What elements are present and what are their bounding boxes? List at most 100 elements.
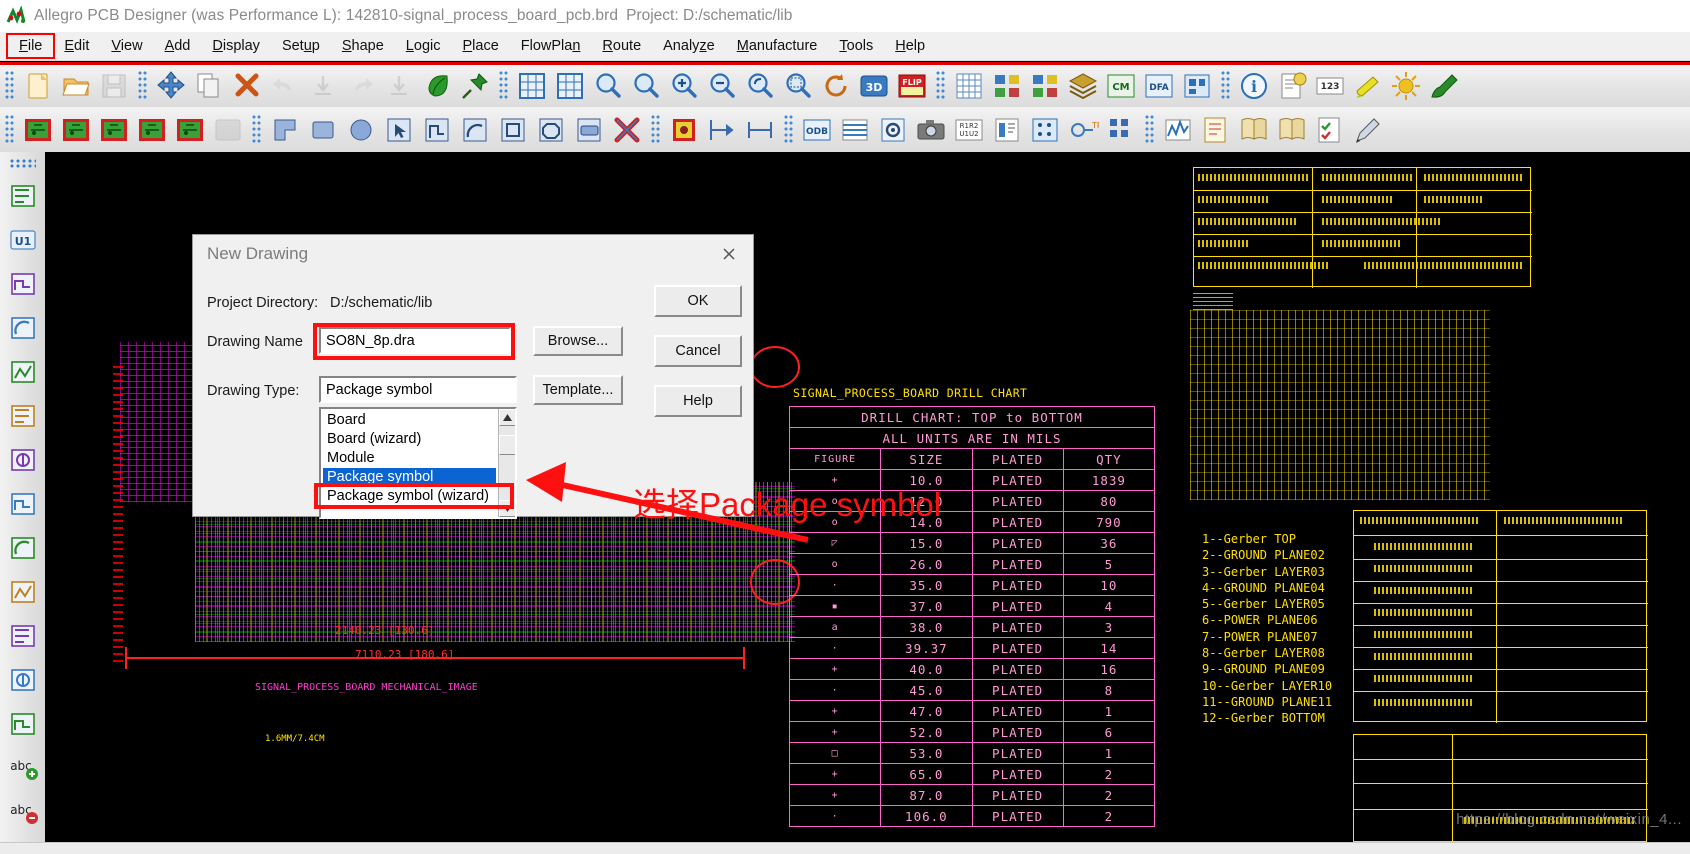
photo-plot-icon[interactable] [912,111,950,149]
listbox-option-board[interactable]: Board [323,411,496,430]
assign-color-icon[interactable] [1425,67,1463,105]
spread-between-voids-icon[interactable] [3,526,43,570]
add-polygon-icon[interactable] [418,111,456,149]
menu-item-logic[interactable]: Logic [395,35,452,57]
book2-icon[interactable] [1273,111,1311,149]
open-folder-icon[interactable] [57,67,95,105]
close-icon[interactable] [715,241,743,267]
color-palette-icon[interactable] [988,67,1026,105]
cross-section-icon[interactable] [836,111,874,149]
text-abc-delete-icon[interactable]: abc [3,790,43,834]
scroll-down-arrow-icon[interactable] [499,500,515,517]
dashed-line-icon[interactable] [3,614,43,658]
delete-icon[interactable] [228,67,266,105]
add-square-icon[interactable] [494,111,532,149]
zoom-fit-window-icon[interactable] [627,67,665,105]
db-check-icon[interactable] [1178,67,1216,105]
ok-button[interactable]: OK [654,285,742,317]
shape-add-rect-icon[interactable] [19,111,57,149]
menu-item-file[interactable]: File [5,33,56,59]
contour-icon[interactable] [3,570,43,614]
menu-item-add[interactable]: Add [154,35,202,57]
help-button[interactable]: Help [654,385,742,417]
menu-item-view[interactable]: View [100,35,153,57]
odb-export-icon[interactable]: ODB [798,111,836,149]
menu-item-tools[interactable]: Tools [828,35,884,57]
layers-icon[interactable] [1064,67,1102,105]
new-file-icon[interactable] [19,67,57,105]
cancel-button[interactable]: Cancel [654,335,742,367]
add-circle-icon[interactable] [342,111,380,149]
toolbar-grip[interactable] [784,114,793,145]
placement-edit-icon[interactable] [3,174,43,218]
vertex-icon[interactable] [3,394,43,438]
report-icon[interactable] [1273,67,1311,105]
toolbar-grip[interactable] [9,159,36,168]
menu-item-edit[interactable]: Edit [53,35,100,57]
zoom-world-icon[interactable] [551,67,589,105]
toolbar-grip[interactable] [138,71,147,101]
ref-des-u1-icon[interactable]: U1 [3,218,43,262]
menu-item-flowplan[interactable]: FlowPlan [510,35,592,57]
add-shape-icon[interactable] [570,111,608,149]
toolbar-grip[interactable] [1145,114,1154,145]
template-button[interactable]: Template... [533,375,623,405]
slide-icon[interactable] [3,350,43,394]
menu-item-help[interactable]: Help [884,35,936,57]
measure-icon[interactable]: 123 [1311,67,1349,105]
toolbar-grip[interactable] [252,114,261,145]
listbox-option-board-wizard[interactable]: Board (wizard) [323,430,496,449]
shape-fill-icon[interactable] [418,67,456,105]
dfa-icon[interactable]: DFA [1140,67,1178,105]
pen-icon[interactable] [1349,111,1387,149]
toolbar-grip[interactable] [499,71,508,101]
pin-icon[interactable] [456,67,494,105]
zoom-region-icon[interactable] [779,67,817,105]
menu-item-route[interactable]: Route [591,35,652,57]
toolbar-grip[interactable] [5,71,14,101]
listbox-scrollbar[interactable] [498,409,515,517]
padstack-icon[interactable] [874,111,912,149]
select-arrow-icon[interactable] [380,111,418,149]
dehighlight-icon[interactable] [1387,67,1425,105]
highlight-icon[interactable] [1349,67,1387,105]
listbox-option-package-symbol-wizard[interactable]: Package symbol (wizard) [323,487,496,506]
component-icon[interactable] [3,262,43,306]
menu-item-analyze[interactable]: Analyze [652,35,726,57]
line-icon[interactable] [3,658,43,702]
rectangle-icon[interactable] [3,702,43,746]
menu-item-manufacture[interactable]: Manufacture [726,35,829,57]
custom-smooth-icon[interactable] [3,482,43,526]
menu-item-display[interactable]: Display [201,35,271,57]
view-3d-icon[interactable]: 3D [855,67,893,105]
refresh-icon[interactable] [817,67,855,105]
shape-merge-icon[interactable] [133,111,171,149]
delete-shape-icon[interactable] [608,111,646,149]
drill-legend-icon[interactable] [1026,111,1064,149]
menu-item-place[interactable]: Place [451,35,509,57]
scroll-up-arrow-icon[interactable] [499,409,515,426]
add-line-icon[interactable] [266,111,304,149]
array-icon[interactable] [1102,111,1140,149]
drawing-name-input[interactable]: SO8N_8p.dra [319,327,511,354]
scroll-thumb[interactable] [499,435,515,455]
browse-button[interactable]: Browse... [533,326,623,356]
constraint-manager-icon[interactable]: CM [1102,67,1140,105]
place-manual-icon[interactable] [665,111,703,149]
menu-item-setup[interactable]: Setup [271,35,331,57]
book-icon[interactable] [1235,111,1273,149]
testpoint-icon[interactable]: TP [1064,111,1102,149]
ref-des-icon[interactable]: R1R2 U1U2 [950,111,988,149]
signal-analysis-icon[interactable] [1159,111,1197,149]
route-connect-icon[interactable] [3,306,43,350]
notes-icon[interactable] [1197,111,1235,149]
delay-tune-icon[interactable] [3,438,43,482]
listbox-option-module[interactable]: Module [323,449,496,468]
zoom-in-icon[interactable] [665,67,703,105]
toolbar-grip[interactable] [936,71,945,101]
dimension-left-icon[interactable] [703,111,741,149]
zoom-by-points-icon[interactable] [589,67,627,105]
listbox-option-package-symbol[interactable]: Package symbol [323,468,496,487]
shape-select-icon[interactable] [57,111,95,149]
dimension-icon[interactable] [741,111,779,149]
